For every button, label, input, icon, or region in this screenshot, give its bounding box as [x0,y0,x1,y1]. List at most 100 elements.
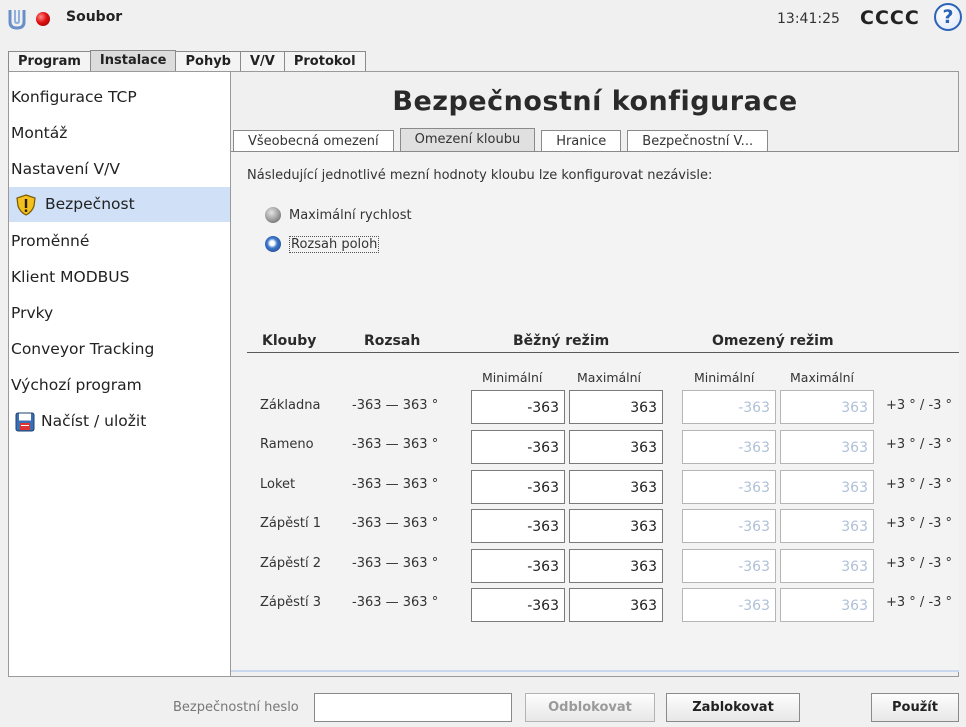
normal-min-input[interactable]: -363 [471,588,565,622]
sub-tab-bar: Všeobecná omezení Omezení kloubu Hranice… [233,128,774,152]
reduced-min-input: -363 [682,430,776,464]
normal-max-input[interactable]: 363 [569,509,663,543]
normal-min-input[interactable]: -363 [471,549,565,583]
radio-button-icon[interactable] [265,207,281,223]
sidebar-item-tcp[interactable]: Konfigurace TCP [9,80,230,115]
tab-instalace[interactable]: Instalace [89,50,177,71]
normal-max-input[interactable]: 363 [569,549,663,583]
reduced-max-input: 363 [780,430,874,464]
sidebar-item-default-program[interactable]: Výchozí program [9,368,230,403]
joint-range: -363 — 363 ° [352,556,439,571]
joint-range: -363 — 363 ° [352,477,439,492]
tab-general-limits[interactable]: Všeobecná omezení [233,130,394,152]
ur-logo-icon [8,10,26,30]
normal-max-input[interactable]: 363 [569,470,663,504]
tab-safety-io[interactable]: Bezpečnostní V... [627,130,769,152]
reduced-max-input: 363 [780,390,874,424]
header-divider [247,352,959,353]
radio-position-range[interactable]: Rozsah poloh [265,234,380,254]
page-title: Bezpečnostní konfigurace [392,86,798,117]
lock-button[interactable]: Zablokovat [666,693,800,722]
password-input[interactable] [314,693,512,722]
tab-v-v[interactable]: V/V [239,51,285,71]
password-label: Bezpečnostní heslo [173,700,299,715]
sidebar-item-label: Klient MODBUS [11,268,130,286]
header-reduced-mode: Omezený režim [712,333,834,349]
normal-min-input[interactable]: -363 [471,390,565,424]
header-normal-mode: Běžný režim [513,333,610,349]
joint-label: Loket [260,477,296,492]
sidebar-item-conveyor[interactable]: Conveyor Tracking [9,332,230,367]
tolerance-text: +3 ° / -3 ° [886,477,953,492]
tolerance-text: +3 ° / -3 ° [886,516,953,531]
normal-min-input[interactable]: -363 [471,509,565,543]
joint-label: Zápěstí 1 [260,516,322,531]
subheader-reduced-min: Minimální [694,370,755,385]
apply-button[interactable]: Použít [871,693,959,722]
reduced-max-input: 363 [780,509,874,543]
radio-label: Rozsah poloh [289,235,380,253]
joint-range: -363 — 363 ° [352,595,439,610]
help-button[interactable]: ? [934,3,962,31]
unlock-button[interactable]: Odblokovat [525,693,655,722]
sidebar-item-load-save[interactable]: Načíst / uložit [9,404,230,439]
file-menu[interactable]: Soubor [66,9,122,25]
robot-status-indicator-icon[interactable] [36,12,50,26]
tab-program[interactable]: Program [8,51,91,71]
radio-label: Maximální rychlost [289,207,412,223]
normal-max-input[interactable]: 363 [569,430,663,464]
normal-min-input[interactable]: -363 [471,430,565,464]
joint-label: Rameno [260,437,314,452]
robot-name: CCCC [860,7,920,29]
joint-range: -363 — 363 ° [352,437,439,452]
sidebar-item-bezpecnost[interactable]: Bezpečnost [9,187,230,222]
top-bar: Soubor 13:41:25 CCCC ? [0,0,966,46]
radio-max-speed[interactable]: Maximální rychlost [265,205,412,225]
sidebar-item-label: Conveyor Tracking [11,340,155,358]
sidebar-item-promenne[interactable]: Proměnné [9,224,230,259]
tab-boundaries[interactable]: Hranice [541,130,622,152]
tolerance-text: +3 ° / -3 ° [886,398,953,413]
header-joints: Klouby [262,333,317,349]
tolerance-text: +3 ° / -3 ° [886,437,953,452]
sidebar-item-montaz[interactable]: Montáž [9,116,230,151]
clock: 13:41:25 [777,11,840,27]
description-text: Následující jednotlivé mezní hodnoty klo… [247,168,713,183]
normal-max-input[interactable]: 363 [569,588,663,622]
sidebar-item-label: Bezpečnost [45,195,135,213]
normal-max-input[interactable]: 363 [569,390,663,424]
radio-button-selected-icon[interactable] [265,236,281,252]
header-range: Rozsah [364,333,421,349]
reduced-min-input: -363 [682,390,776,424]
reduced-max-input: 363 [780,549,874,583]
tolerance-text: +3 ° / -3 ° [886,595,953,610]
sidebar-item-prvky[interactable]: Prvky [9,296,230,331]
main-tab-bar: Program Instalace Pohyb V/V Protokol [8,50,366,71]
subheader-normal-min: Minimální [482,370,543,385]
sidebar-item-modbus[interactable]: Klient MODBUS [9,260,230,295]
subheader-reduced-max: Maximální [790,370,855,385]
joint-label: Základna [260,398,321,413]
joint-range: -363 — 363 ° [352,398,439,413]
floppy-disk-icon [15,412,35,431]
reduced-min-input: -363 [682,549,776,583]
tab-pohyb[interactable]: Pohyb [175,51,241,71]
tab-protokol[interactable]: Protokol [283,51,366,71]
joint-range: -363 — 363 ° [352,516,439,531]
warning-shield-icon [16,193,36,216]
tolerance-text: +3 ° / -3 ° [886,556,953,571]
normal-min-input[interactable]: -363 [471,470,565,504]
reduced-max-input: 363 [780,470,874,504]
subheader-normal-max: Maximální [577,370,642,385]
sidebar-item-label: Načíst / uložit [41,412,147,430]
reduced-min-input: -363 [682,509,776,543]
sidebar-item-io-setup[interactable]: Nastavení V/V [9,152,230,187]
sidebar-item-label: Montáž [11,124,68,142]
sidebar-item-label: Prvky [11,304,54,322]
reduced-min-input: -363 [682,588,776,622]
tab-joint-limits[interactable]: Omezení kloubu [399,128,536,152]
reduced-min-input: -363 [682,470,776,504]
sidebar-item-label: Konfigurace TCP [11,88,137,106]
reduced-max-input: 363 [780,588,874,622]
sidebar-item-label: Výchozí program [11,376,142,394]
